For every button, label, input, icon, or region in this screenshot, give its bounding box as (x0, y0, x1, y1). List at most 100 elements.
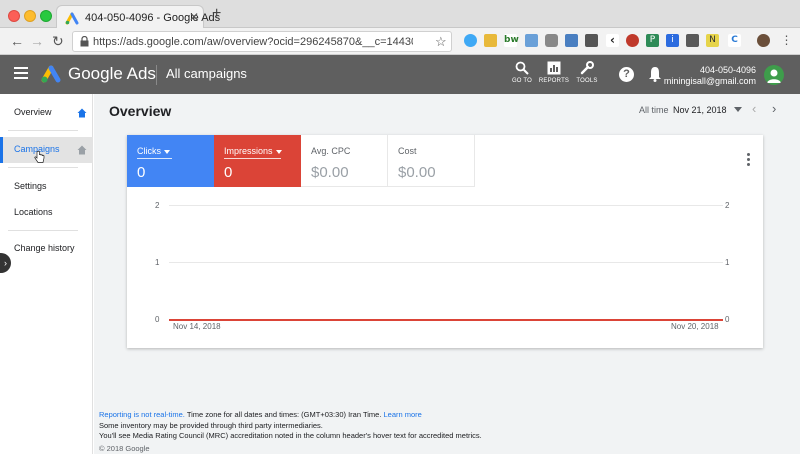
c-extension-icon[interactable]: C (728, 34, 741, 47)
y-tick-right: 0 (725, 315, 730, 324)
more-options-icon[interactable] (747, 153, 750, 168)
page-title: Overview (109, 103, 172, 119)
user-avatar-icon (767, 69, 781, 83)
bw-extension-icon[interactable]: bw (504, 34, 519, 47)
p-extension-icon[interactable]: P (646, 34, 659, 47)
metric-impressions-value: 0 (224, 164, 233, 181)
url-text: https://ads.google.com/aw/overview?ocid=… (93, 36, 413, 48)
browser-menu-icon[interactable]: ⋮ (780, 34, 793, 47)
date-range-dropdown-icon[interactable] (734, 107, 742, 112)
reporting-not-realtime-link[interactable]: Reporting is not real-time. (99, 410, 185, 419)
sidebar-item-label: Change history (14, 243, 75, 253)
download-extension-icon[interactable] (565, 34, 578, 47)
hamburger-menu-icon[interactable] (14, 67, 28, 79)
account-phone[interactable]: 404-050-4096 (700, 65, 756, 75)
performance-chart: 2 1 0 2 1 0 Nov 14, 2018 Nov 20, 2018 (127, 195, 763, 345)
footer-line-1: Reporting is not real-time. Time zone fo… (99, 410, 482, 421)
sidebar-divider (8, 130, 78, 131)
stack-extension-icon[interactable] (525, 34, 538, 47)
learn-more-link[interactable]: Learn more (384, 410, 422, 419)
window-zoom-button[interactable] (40, 10, 52, 22)
date-prev-icon[interactable]: ‹ (752, 101, 756, 116)
metric-underline (137, 158, 172, 159)
metric-cost[interactable]: Cost $0.00 (388, 135, 475, 187)
browser-tab-bar: 404-050-4096 - Google Ads ✕ + (0, 0, 800, 29)
x-tick-label: Nov 14, 2018 (173, 322, 221, 331)
arrow-extension-icon[interactable] (585, 34, 598, 47)
sidebar-item-locations[interactable]: Locations (0, 200, 93, 226)
header-divider (156, 65, 157, 85)
window-minimize-button[interactable] (24, 10, 36, 22)
account-email[interactable]: miningisall@gmail.com (664, 76, 756, 86)
bookmark-star-icon[interactable]: ☆ (435, 34, 447, 50)
google-ads-favicon-icon (65, 12, 79, 25)
brand-name: Google Ads (68, 64, 156, 83)
sidebar-divider (8, 167, 78, 168)
reports-icon (547, 61, 561, 75)
y-tick-left: 2 (155, 201, 160, 210)
forward-arrow-icon[interactable]: → (30, 33, 44, 49)
sidebar: Overview Campaigns Settings Locations Ch… (0, 94, 93, 454)
date-range-picker[interactable]: Nov 21, 2018 (673, 105, 727, 115)
chart-series-line (169, 319, 723, 321)
sidebar-item-change-history[interactable]: Change history (0, 236, 93, 262)
chart-gridline (169, 205, 723, 206)
metric-clicks-label: Clicks (137, 146, 170, 156)
reload-icon[interactable]: ↻ (52, 33, 64, 49)
date-next-icon[interactable]: › (772, 101, 776, 116)
browser-tab[interactable]: 404-050-4096 - Google Ads ✕ (56, 5, 220, 29)
sidebar-item-label: Settings (14, 181, 47, 191)
y-tick-right: 1 (725, 258, 730, 267)
sidebar-item-overview[interactable]: Overview (0, 100, 93, 126)
google-ads-logo-icon (41, 65, 61, 83)
window-close-button[interactable] (8, 10, 20, 22)
tools-button[interactable]: TOOLS (567, 61, 607, 84)
metric-cost-label: Cost (398, 146, 417, 156)
sidebar-item-campaigns[interactable]: Campaigns (0, 137, 93, 163)
profile-extension-icon[interactable] (757, 34, 770, 47)
y-tick-right: 2 (725, 201, 730, 210)
address-bar[interactable]: https://ads.google.com/aw/overview?ocid=… (72, 31, 452, 52)
new-tab-icon[interactable]: + (212, 6, 221, 22)
timezone-text: Time zone for all dates and times: (GMT+… (184, 410, 384, 419)
metric-impressions[interactable]: Impressions 0 (214, 135, 301, 187)
wrench-icon (580, 61, 594, 75)
back-arrow-icon[interactable]: ← (10, 33, 24, 49)
metric-cost-value: $0.00 (398, 164, 436, 181)
chart-gridline (169, 262, 723, 263)
camera-extension-icon[interactable] (545, 34, 558, 47)
footer-notes: Reporting is not real-time. Time zone fo… (99, 410, 482, 442)
metric-avg-cpc-value: $0.00 (311, 164, 349, 181)
dropdown-caret-icon (164, 149, 170, 154)
metric-clicks[interactable]: Clicks 0 (127, 135, 214, 187)
grid-extension-icon[interactable] (484, 34, 497, 47)
footer-line-2: Some inventory may be provided through t… (99, 420, 323, 430)
metric-clicks-value: 0 (137, 164, 146, 181)
copyright: © 2018 Google (99, 444, 150, 453)
header-section-title[interactable]: All campaigns (166, 66, 247, 81)
sidebar-item-label: Overview (14, 107, 52, 117)
browser-tab-title: 404-050-4096 - Google Ads (85, 12, 221, 24)
y-tick-left: 1 (155, 258, 160, 267)
info-extension-icon[interactable]: i (666, 34, 679, 47)
cloud-extension-icon[interactable] (464, 34, 477, 47)
metric-avg-cpc[interactable]: Avg. CPC $0.00 (301, 135, 388, 187)
help-icon[interactable]: ? (619, 67, 634, 82)
notification-bell-icon[interactable] (648, 66, 662, 82)
footer-line-3: You'll see Media Rating Council (MRC) ac… (99, 431, 482, 440)
date-range-label: All time (639, 105, 669, 115)
chevron-extension-icon[interactable]: ‹ (606, 34, 619, 47)
main-content: Overview All time Nov 21, 2018 ‹ › Click… (94, 94, 800, 454)
home-icon (77, 145, 87, 155)
avatar[interactable] (764, 65, 784, 85)
home-icon (77, 108, 87, 118)
sidebar-item-settings[interactable]: Settings (0, 174, 93, 200)
yn-extension-icon[interactable]: N (706, 34, 719, 47)
tab-close-icon[interactable]: ✕ (189, 10, 199, 24)
dark-extension-icon[interactable] (686, 34, 699, 47)
metric-avg-cpc-label: Avg. CPC (311, 146, 351, 156)
hand-cursor-icon (34, 151, 45, 163)
record-extension-icon[interactable] (626, 34, 639, 47)
sidebar-item-label: Locations (14, 207, 53, 217)
performance-card: Clicks 0 Impressions 0 Avg. CPC $0.00 Co… (127, 135, 763, 348)
